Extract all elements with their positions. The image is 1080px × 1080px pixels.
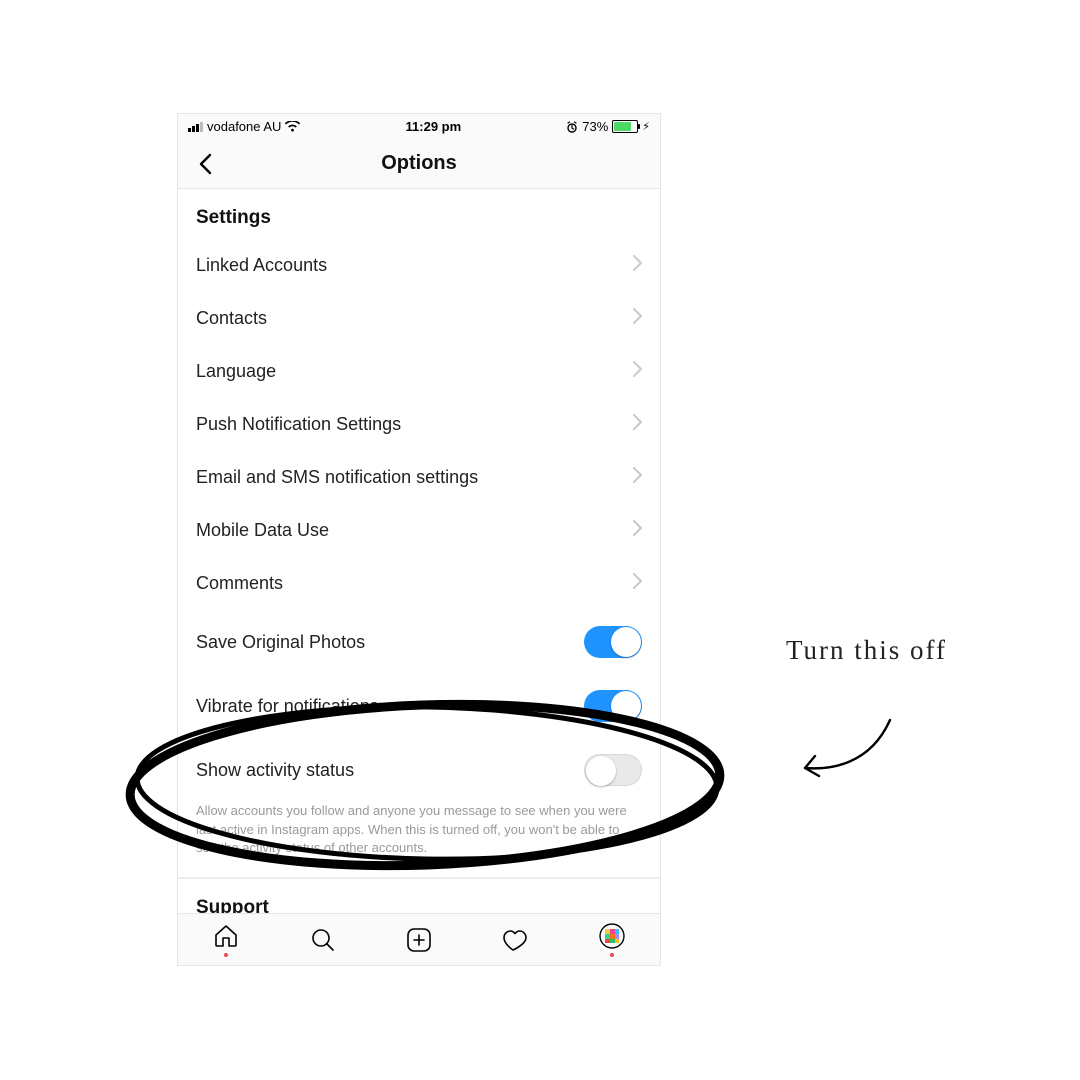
row-label: Save Original Photos (196, 632, 584, 653)
battery-pct: 73% (582, 119, 608, 134)
status-left: vodafone AU (188, 119, 300, 134)
section-header-support: Support (178, 879, 660, 913)
wifi-icon (285, 121, 300, 132)
row-label: Vibrate for notifications (196, 696, 584, 717)
chevron-right-icon (632, 467, 642, 488)
row-vibrate: Vibrate for notifications (178, 674, 660, 738)
tab-bar (178, 913, 660, 965)
notification-dot (224, 953, 228, 957)
phone-frame: vodafone AU 11:29 pm 73% ⚡︎ Options Sett… (177, 113, 661, 966)
tab-profile[interactable] (598, 922, 626, 957)
plus-square-icon (405, 926, 433, 954)
row-label: Push Notification Settings (196, 414, 632, 435)
tab-search[interactable] (309, 926, 337, 954)
row-label: Mobile Data Use (196, 520, 632, 541)
row-label: Language (196, 361, 632, 382)
row-push-notifications[interactable]: Push Notification Settings (178, 398, 660, 451)
back-button[interactable] (186, 139, 226, 188)
row-activity-status: Show activity status (178, 738, 660, 802)
chevron-right-icon (632, 308, 642, 329)
status-bar: vodafone AU 11:29 pm 73% ⚡︎ (178, 114, 660, 139)
carrier-label: vodafone AU (207, 119, 281, 134)
page-title: Options (381, 152, 457, 175)
row-label: Show activity status (196, 760, 584, 781)
row-save-photos: Save Original Photos (178, 610, 660, 674)
chevron-right-icon (632, 361, 642, 382)
row-label: Comments (196, 573, 632, 594)
battery-icon (612, 120, 638, 133)
status-time: 11:29 pm (406, 119, 462, 134)
status-right: 73% ⚡︎ (566, 119, 650, 134)
chevron-right-icon (632, 573, 642, 594)
nav-header: Options (178, 139, 660, 189)
notification-dot (610, 953, 614, 957)
chevron-right-icon (632, 414, 642, 435)
home-icon (212, 922, 240, 950)
toggle-vibrate[interactable] (584, 690, 642, 722)
annotation-text: Turn this off (786, 635, 947, 666)
row-contacts[interactable]: Contacts (178, 292, 660, 345)
activity-status-description: Allow accounts you follow and anyone you… (178, 802, 660, 877)
search-icon (309, 926, 337, 954)
row-comments[interactable]: Comments (178, 557, 660, 610)
row-email-sms[interactable]: Email and SMS notification settings (178, 451, 660, 504)
alarm-icon (566, 121, 578, 133)
row-label: Email and SMS notification settings (196, 467, 632, 488)
tab-activity[interactable] (501, 926, 529, 954)
row-label: Linked Accounts (196, 255, 632, 276)
chevron-right-icon (632, 255, 642, 276)
tab-new-post[interactable] (405, 926, 433, 954)
content-scroll[interactable]: Settings Linked Accounts Contacts Langua… (178, 189, 660, 913)
tab-home[interactable] (212, 922, 240, 957)
row-mobile-data[interactable]: Mobile Data Use (178, 504, 660, 557)
heart-icon (501, 926, 529, 954)
chevron-right-icon (632, 520, 642, 541)
row-linked-accounts[interactable]: Linked Accounts (178, 239, 660, 292)
charging-icon: ⚡︎ (642, 120, 650, 133)
toggle-save-photos[interactable] (584, 626, 642, 658)
row-language[interactable]: Language (178, 345, 660, 398)
section-header-settings: Settings (178, 189, 660, 239)
toggle-activity-status[interactable] (584, 754, 642, 786)
signal-icon (188, 122, 203, 132)
row-label: Contacts (196, 308, 632, 329)
annotation-arrow-icon (790, 710, 900, 800)
profile-avatar-icon (598, 922, 626, 950)
